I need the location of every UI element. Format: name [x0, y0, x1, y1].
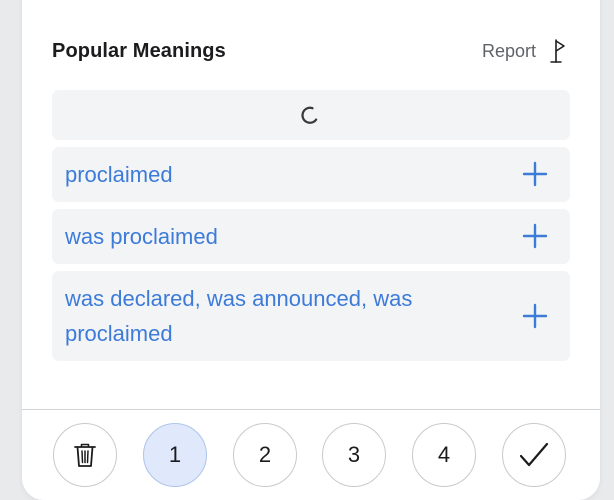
- panel-title: Popular Meanings: [52, 40, 226, 62]
- spinner-icon: [301, 106, 318, 124]
- trash-icon: [74, 443, 96, 467]
- meanings-card: Popular Meanings Report proclaimed was p…: [22, 0, 600, 500]
- footer-divider: [22, 409, 600, 410]
- report-button[interactable]: Report: [482, 36, 570, 66]
- meaning-text: proclaimed: [65, 162, 173, 187]
- rating-button-2[interactable]: 2: [233, 423, 297, 487]
- panel-header: Popular Meanings Report: [52, 36, 570, 66]
- checkmark-icon: [519, 442, 549, 467]
- rating-button-4[interactable]: 4: [412, 423, 476, 487]
- delete-button[interactable]: [53, 423, 117, 487]
- meaning-item[interactable]: was proclaimed: [52, 209, 570, 264]
- rating-button-3[interactable]: 3: [322, 423, 386, 487]
- meaning-item[interactable]: proclaimed: [52, 147, 570, 202]
- report-label: Report: [481, 40, 536, 61]
- loading-row: [52, 90, 570, 140]
- meaning-text: was proclaimed: [65, 224, 218, 249]
- rating-button-1[interactable]: 1: [143, 423, 207, 487]
- plus-icon[interactable]: [522, 303, 548, 329]
- plus-icon[interactable]: [522, 161, 548, 187]
- meaning-text: was declared, was announced, was proclai…: [65, 286, 413, 346]
- confirm-button[interactable]: [502, 423, 566, 487]
- meaning-item[interactable]: was declared, was announced, was proclai…: [52, 271, 570, 361]
- flag-icon: [550, 39, 565, 63]
- plus-icon[interactable]: [522, 223, 548, 249]
